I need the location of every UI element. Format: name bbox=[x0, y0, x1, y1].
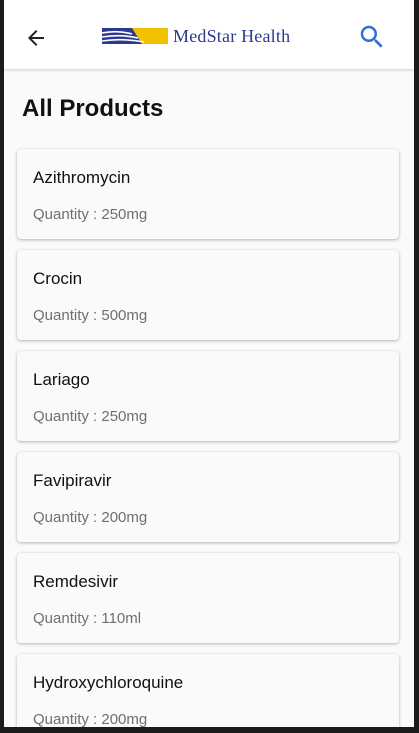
app-bar: MedStar Health bbox=[4, 0, 414, 69]
product-name: Crocin bbox=[33, 269, 83, 288]
product-quantity: Quantity : 110ml bbox=[33, 610, 142, 627]
product-quantity: Quantity : 200mg bbox=[33, 711, 148, 727]
product-name: Azithromycin bbox=[33, 168, 131, 187]
medstar-logo: MedStar Health bbox=[102, 26, 290, 46]
page-title: All Products bbox=[22, 95, 164, 122]
search-button[interactable] bbox=[354, 19, 390, 55]
medstar-logo-mark bbox=[102, 28, 168, 44]
product-name: Lariago bbox=[33, 370, 90, 389]
product-quantity: Quantity : 250mg bbox=[33, 206, 148, 223]
product-card[interactable]: Azithromycin Quantity : 250mg bbox=[17, 149, 399, 239]
product-name: Favipiravir bbox=[33, 471, 112, 490]
product-name: Hydroxychloroquine bbox=[33, 673, 184, 692]
search-icon bbox=[360, 25, 383, 48]
product-card[interactable]: Hydroxychloroquine Quantity : 200mg bbox=[17, 654, 399, 727]
app-screen: MedStar Health All Products Azithromycin… bbox=[4, 0, 414, 727]
product-quantity: Quantity : 500mg bbox=[33, 307, 148, 324]
product-quantity: Quantity : 200mg bbox=[33, 509, 148, 526]
back-button[interactable] bbox=[18, 20, 54, 56]
product-card[interactable]: Remdesivir Quantity : 110ml bbox=[17, 553, 399, 643]
arrow-back-icon bbox=[28, 30, 44, 46]
logo-text: MedStar Health bbox=[173, 25, 291, 46]
product-name: Remdesivir bbox=[33, 572, 119, 591]
product-list: Azithromycin Quantity : 250mg Crocin Qua… bbox=[17, 149, 399, 727]
product-card[interactable]: Lariago Quantity : 250mg bbox=[17, 351, 399, 441]
product-quantity: Quantity : 250mg bbox=[33, 408, 148, 425]
product-card[interactable]: Favipiravir Quantity : 200mg bbox=[17, 452, 399, 542]
product-card[interactable]: Crocin Quantity : 500mg bbox=[17, 250, 399, 340]
